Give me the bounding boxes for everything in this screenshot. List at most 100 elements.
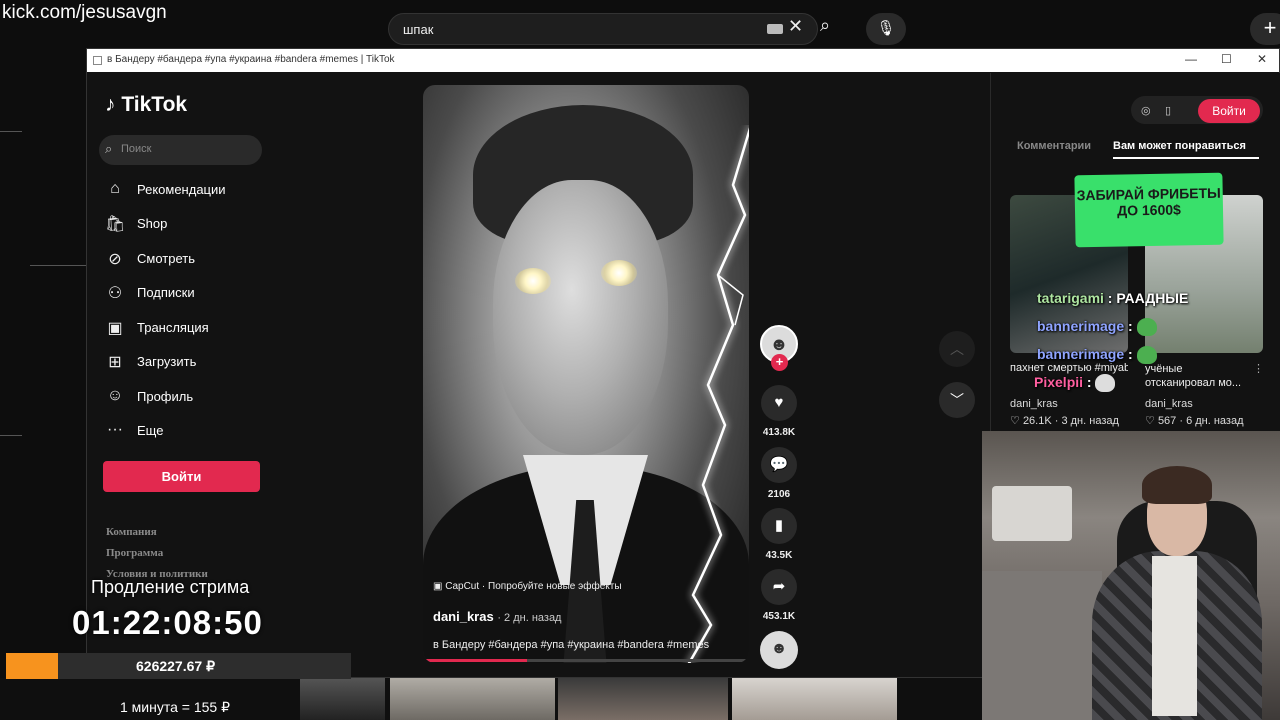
- like-count: 413.8K: [762, 427, 796, 438]
- rec-ago: 6 дн. назад: [1186, 415, 1244, 427]
- heart-icon: ♥: [761, 385, 797, 421]
- comment-button[interactable]: 💬 2106: [759, 447, 799, 500]
- sidebar-item-profile[interactable]: ☺ Профиль: [105, 384, 275, 412]
- sidebar-item-following[interactable]: ⚇ Подписки: [105, 280, 275, 308]
- chevron-down-icon[interactable]: ﹀: [939, 382, 975, 418]
- sidebar-search-input[interactable]: ⌕ Поиск: [99, 135, 262, 165]
- minimize-icon[interactable]: —: [1185, 52, 1197, 66]
- search-icon[interactable]: ⌕: [820, 15, 830, 36]
- sidebar-item-label: Загрузить: [137, 354, 197, 369]
- rec-stats: ♡ 26.1K · 3 дн. назад: [1010, 415, 1119, 427]
- sidebar-item-shop[interactable]: 🛍 Shop: [105, 211, 275, 239]
- sidebar-item-live[interactable]: ▣ Трансляция: [105, 315, 275, 343]
- webcam-background-object: [992, 486, 1072, 541]
- webcam-background-object: [982, 571, 1102, 720]
- close-icon[interactable]: ✕: [1257, 52, 1267, 66]
- rec-title[interactable]: учёные отсканировал мо...: [1145, 362, 1245, 390]
- chat-message: bannerimage :: [1037, 318, 1157, 337]
- chevron-up-icon[interactable]: ︿: [939, 331, 975, 367]
- follow-plus-button[interactable]: +: [771, 354, 788, 371]
- chat-message: tatarigami : РААДНЫЕ: [1037, 290, 1189, 306]
- emote-icon: [1095, 374, 1116, 393]
- chat-username: Pixelpii: [1034, 374, 1084, 390]
- video-author[interactable]: dani_kras · 2 дн. назад: [433, 609, 561, 624]
- chat-message: Pixelpii :: [1034, 374, 1116, 393]
- sidebar-item-recommendations[interactable]: ⌂ Рекомендации: [105, 177, 275, 205]
- comment-icon: 💬: [761, 447, 797, 483]
- video-figure-face: [493, 180, 668, 455]
- sidebar-login-button[interactable]: Войти: [103, 461, 260, 492]
- music-disc-icon[interactable]: ☻: [760, 631, 798, 669]
- sidebar-item-label: Shop: [137, 216, 168, 231]
- capcut-text: CapCut · Попробуйте новые эффекты: [445, 581, 622, 592]
- following-icon: ⚇: [107, 285, 123, 302]
- tiktok-logo[interactable]: ♪ TikTok: [105, 93, 187, 117]
- prolong-label: Продление стрима: [91, 577, 250, 597]
- tab-comments[interactable]: Комментарии: [1017, 140, 1091, 152]
- active-tab-indicator: [1113, 157, 1259, 159]
- author-name: dani_kras: [433, 609, 494, 624]
- profile-icon: ☺: [106, 387, 124, 404]
- window-title: в Бандеру #бандера #упа #украина #bander…: [107, 54, 395, 65]
- sidebar-item-watch[interactable]: ⊘ Смотреть: [105, 246, 275, 274]
- rec-likes: 567: [1157, 415, 1177, 427]
- search-placeholder: Поиск: [121, 143, 152, 155]
- mic-icon[interactable]: 🎙: [866, 13, 906, 45]
- footer-link-company[interactable]: Компания: [106, 526, 157, 538]
- ad-banner: ЗАБИРАЙ ФРИБЕТЫ ДО 1600$: [1074, 172, 1224, 248]
- divider: [30, 265, 86, 266]
- stream-timer: 01:22:08:50: [72, 604, 263, 641]
- chat-message: bannerimage :: [1037, 346, 1157, 365]
- browser-search-field[interactable]: шпак: [388, 13, 818, 45]
- rec-ago: 3 дн. назад: [1061, 415, 1119, 427]
- compass-icon[interactable]: ◎: [1141, 104, 1151, 117]
- heart-outline-icon: ♡: [1010, 415, 1020, 427]
- glowing-eye: [515, 268, 551, 294]
- tab-recommendations[interactable]: Вам может понравиться: [1113, 140, 1246, 152]
- chat-username: tatarigami: [1037, 290, 1104, 306]
- upload-icon: ⊞: [108, 354, 122, 371]
- sidebar-item-label: Подписки: [137, 285, 195, 300]
- divider: [0, 435, 22, 436]
- favicon-icon: [93, 56, 102, 65]
- post-time: · 2 дн. назад: [497, 612, 562, 624]
- like-button[interactable]: ♥ 413.8K: [759, 385, 799, 438]
- donation-rate: 1 минута = 155 ₽: [120, 699, 231, 715]
- sidebar-item-upload[interactable]: ⊞ Загрузить: [105, 349, 275, 377]
- device-icon[interactable]: ▯: [1165, 104, 1171, 117]
- chat-username: bannerimage: [1037, 318, 1125, 334]
- footer-link-program[interactable]: Программа: [106, 547, 163, 559]
- create-plus-icon[interactable]: +: [1250, 13, 1280, 45]
- share-button[interactable]: ➦ 453.1K: [759, 569, 799, 622]
- strip-thumbnail: [558, 678, 728, 720]
- rec-author[interactable]: dani_kras: [1010, 398, 1058, 410]
- sidebar-item-label: Смотреть: [137, 251, 195, 266]
- video-progress-bar[interactable]: [423, 659, 749, 662]
- more-icon: ···: [107, 421, 123, 438]
- glowing-eye: [601, 260, 637, 286]
- comment-count: 2106: [767, 489, 791, 500]
- capcut-badge[interactable]: ▣ CapCut · Попробуйте новые эффекты: [433, 581, 622, 592]
- video-caption[interactable]: в Бандеру #бандера #упа #украина #bander…: [433, 639, 743, 651]
- rec-author[interactable]: dani_kras: [1145, 398, 1193, 410]
- sidebar-item-label: Рекомендации: [137, 182, 226, 197]
- share-count: 453.1K: [762, 611, 796, 622]
- more-options-icon[interactable]: ⋮: [1253, 362, 1264, 375]
- search-icon: ⌕: [105, 141, 113, 156]
- stream-url-label: kick.com/jesusavgn: [2, 2, 167, 23]
- live-icon: ▣: [107, 320, 123, 337]
- maximize-icon[interactable]: ☐: [1221, 52, 1232, 66]
- chat-username: bannerimage: [1037, 346, 1125, 362]
- rec-likes: 26.1K: [1022, 415, 1052, 427]
- sidebar-item-more[interactable]: ··· Еще: [105, 418, 275, 446]
- window-titlebar: в Бандеру #бандера #упа #украина #bander…: [87, 49, 1279, 72]
- donation-total: 626227.67 ₽: [136, 658, 215, 674]
- divider: [0, 131, 22, 132]
- logo-text: TikTok: [121, 93, 188, 116]
- bookmark-icon: ▮: [761, 508, 797, 544]
- header-login-button[interactable]: Войти: [1198, 99, 1260, 123]
- save-button[interactable]: ▮ 43.5K: [759, 508, 799, 561]
- keyboard-icon[interactable]: [767, 24, 783, 34]
- video-player[interactable]: ▣ CapCut · Попробуйте новые эффекты dani…: [423, 85, 749, 663]
- clear-search-icon[interactable]: ✕: [788, 16, 803, 37]
